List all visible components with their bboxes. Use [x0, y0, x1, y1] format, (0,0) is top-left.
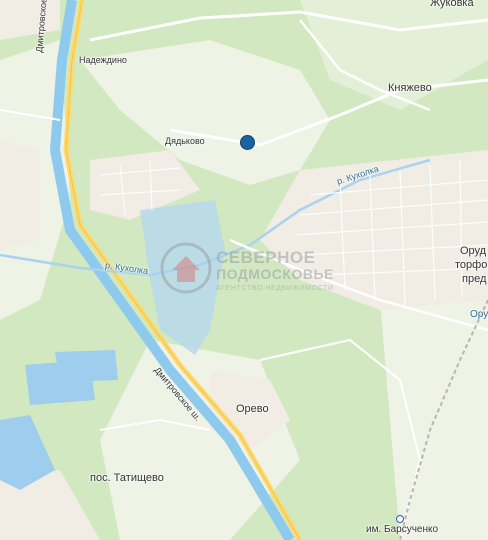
map-view[interactable]: Жуковка Надеждино Княжево Дядьково р. Ку… — [0, 0, 488, 540]
place-label-nadezhdino: Надеждино — [79, 55, 127, 65]
place-label-zhukovka: Жуковка — [430, 0, 474, 9]
place-label-orevo: Орево — [236, 403, 269, 415]
settlement-area — [0, 140, 40, 250]
place-label-orud-2: торфоб — [455, 259, 488, 271]
agency-watermark: СЕВЕРНОЕ ПОДМОСКОВЬЕ АГЕНТСТВО НЕДВИЖИМО… — [158, 238, 338, 298]
place-label-knyazhevo: Княжево — [388, 82, 432, 94]
place-label-orud-1: Оруд — [460, 245, 487, 257]
agency-logo-icon — [160, 242, 212, 294]
place-label-barsuchenko: им. Барсученко — [366, 524, 439, 535]
place-label-orud-3: пред — [462, 273, 487, 285]
place-label-orud-right: Оруд — [470, 309, 488, 320]
watermark-line-2: ПОДМОСКОВЬЕ — [216, 266, 334, 282]
place-label-tatishchevo: пос. Татищево — [90, 472, 164, 484]
watermark-line-1: СЕВЕРНОЕ — [216, 248, 316, 267]
watermark-line-3: АГЕНТСТВО НЕДВИЖИМОСТИ — [216, 285, 334, 292]
station-icon — [396, 515, 404, 523]
place-label-dyadkovo: Дядьково — [165, 136, 205, 146]
location-marker[interactable] — [240, 135, 255, 150]
pond — [55, 350, 118, 382]
